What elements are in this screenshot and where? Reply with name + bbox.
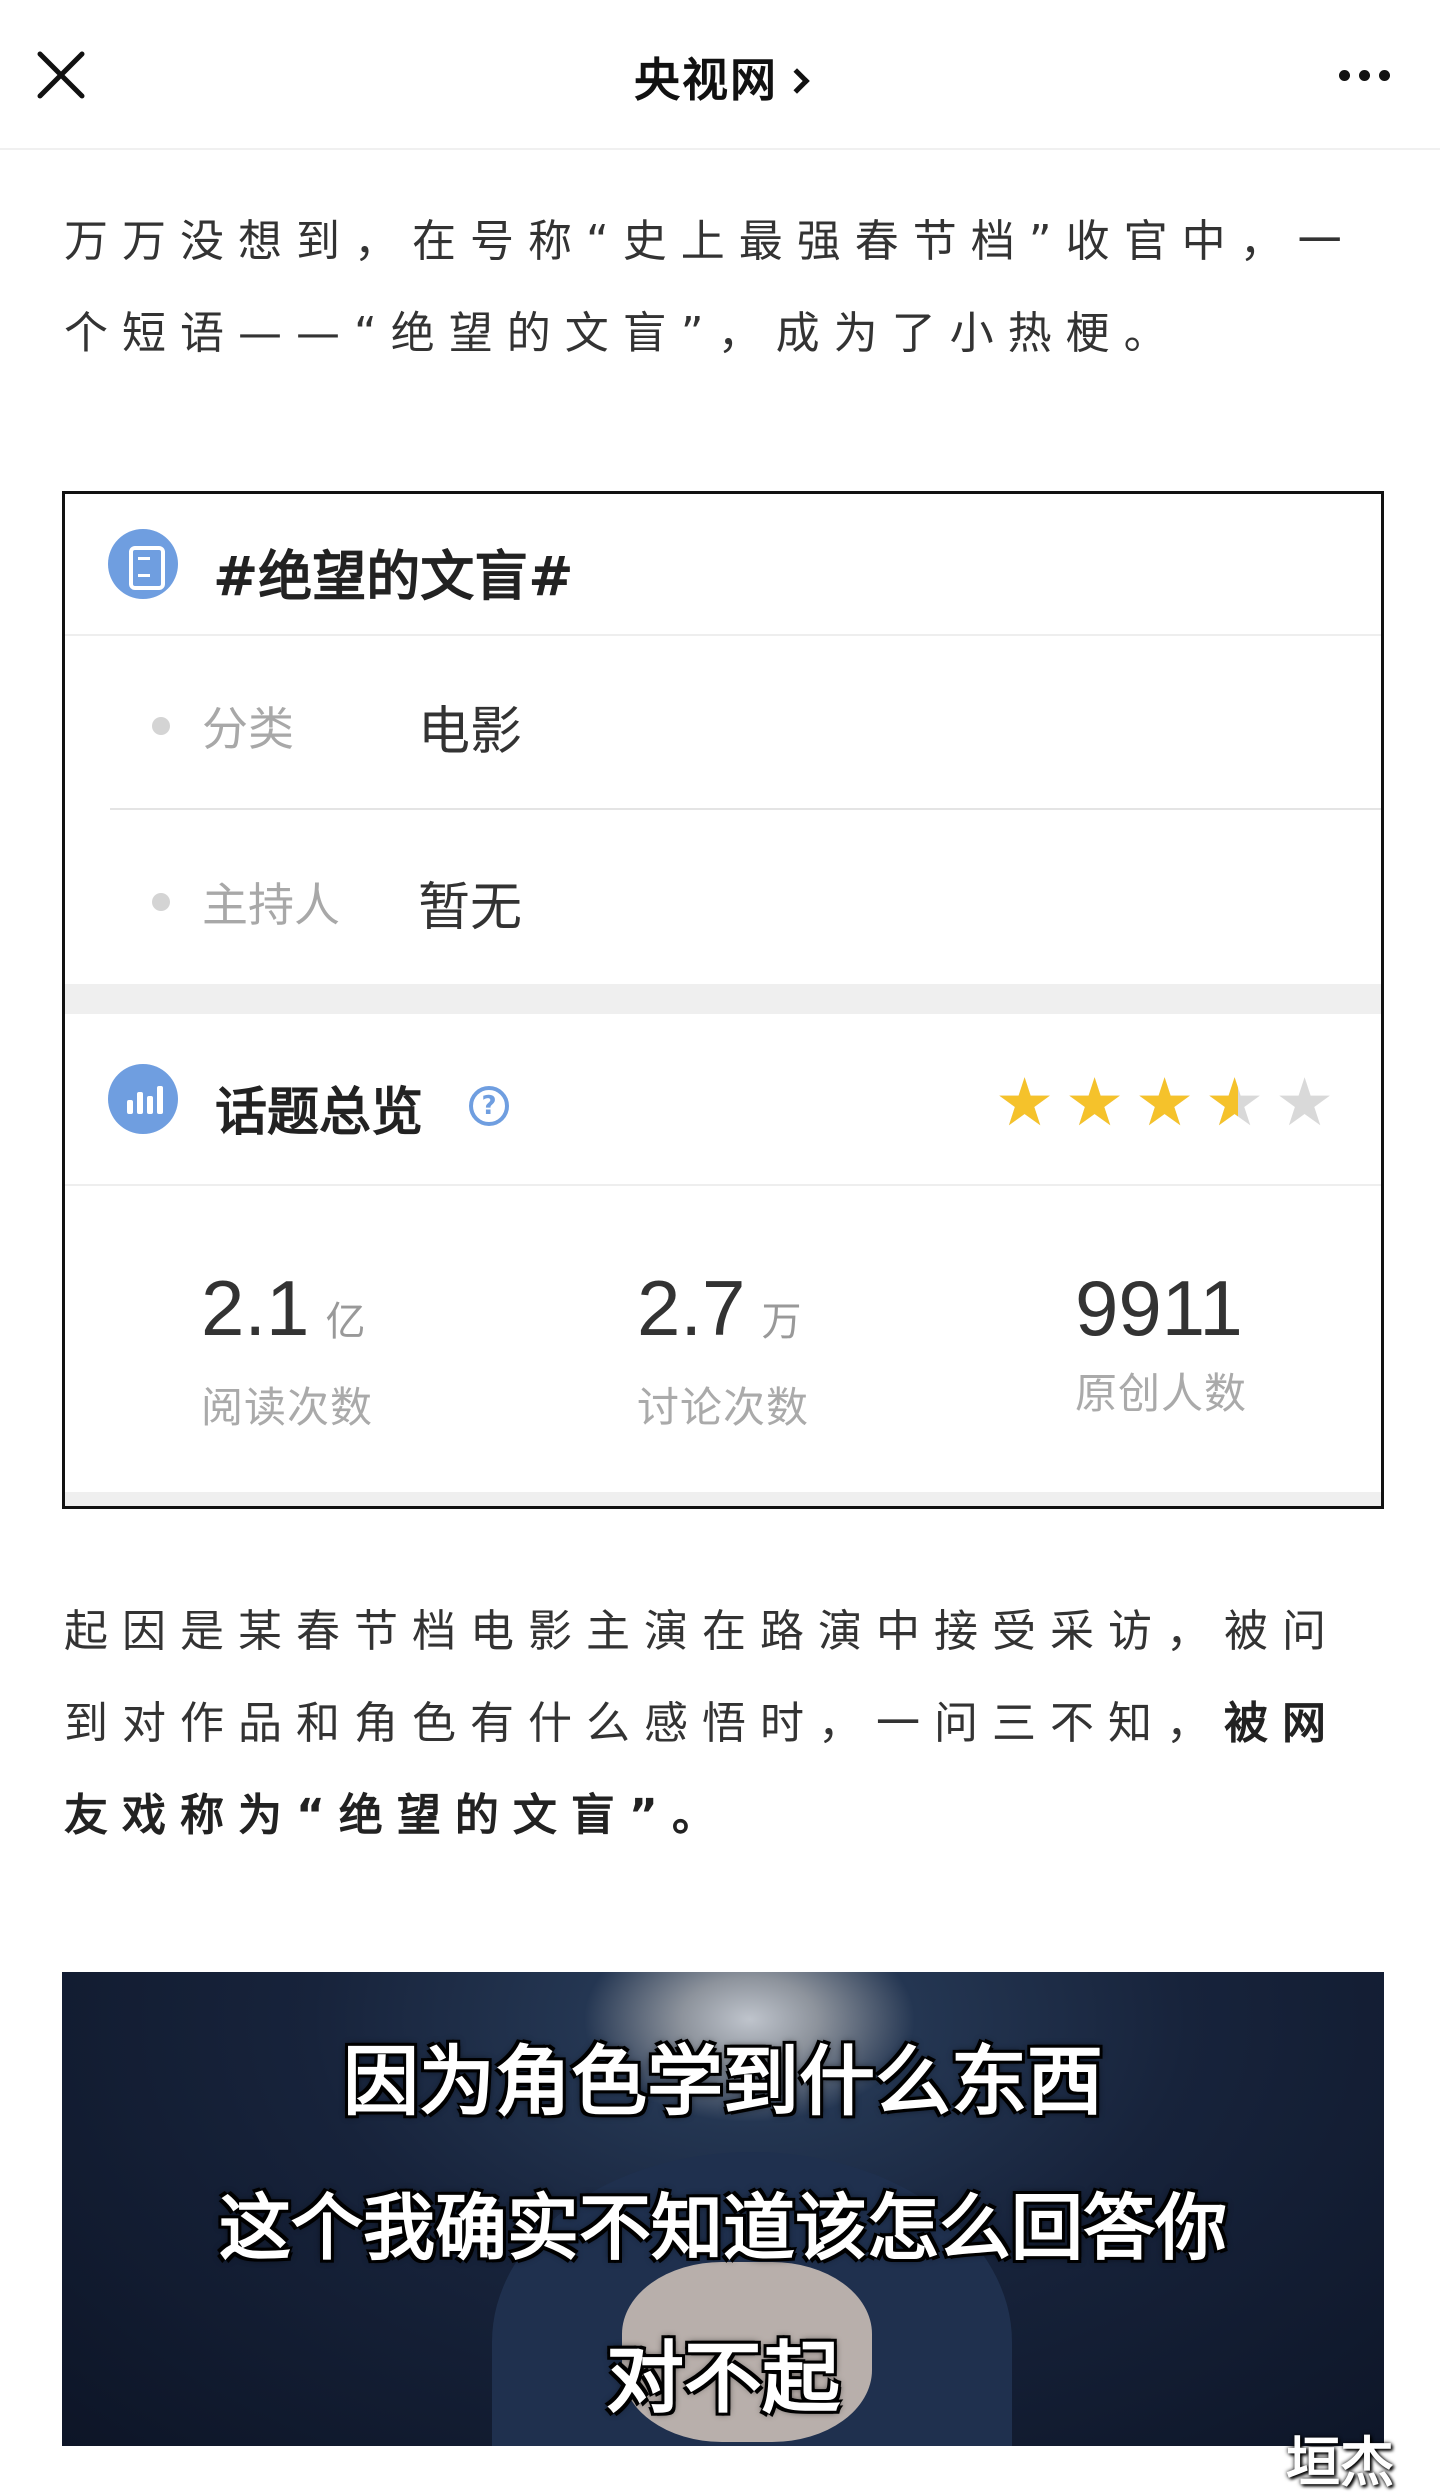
- topic-header: #绝望的文盲#: [65, 494, 1381, 636]
- video-caption-1: 因为角色学到什么东西: [343, 2037, 1103, 2126]
- star-icon: ★★: [1205, 1064, 1265, 1141]
- category-value: 电影: [418, 702, 523, 762]
- host-value: 暂无: [418, 878, 523, 938]
- topic-list-icon: [108, 529, 178, 599]
- topic-screenshot-card: #绝望的文盲# 分类 电影 主持人 暂无 话题总览 ? ★★★★★★★★★★ 2…: [62, 491, 1384, 1509]
- watermark-text: 垣杰: [1286, 2431, 1394, 2492]
- bullet-dot-icon: [152, 893, 170, 911]
- bar-chart-icon: [108, 1064, 178, 1134]
- help-question-icon[interactable]: ?: [469, 1086, 509, 1126]
- account-name: 央视网: [634, 53, 778, 107]
- info-row-category: 分类 电影: [110, 636, 1381, 810]
- paragraph-2-text: 起因是某春节档电影主演在路演中接受采访，被问到对作品和角色有什么感悟时，一问三不…: [64, 1606, 1340, 1749]
- article-paragraph-2: 起因是某春节档电影主演在路演中接受采访，被问到对作品和角色有什么感悟时，一问三不…: [64, 1586, 1384, 1862]
- section-divider: [65, 1492, 1381, 1506]
- stat-unit: 亿: [325, 1300, 366, 1344]
- stat-value: 2.7: [637, 1264, 746, 1352]
- topic-title: #绝望的文盲#: [213, 545, 574, 608]
- stat-label: 阅读次数: [201, 1383, 374, 1432]
- video-caption-3: 对不起: [605, 2334, 840, 2424]
- category-label: 分类: [202, 702, 294, 756]
- stat-label: 讨论次数: [637, 1383, 810, 1432]
- video-still-image: 因为角色学到什么东西 这个我确实不知道该怎么回答你 对不起: [62, 1972, 1384, 2446]
- stat-read-count: 2.1 亿 阅读次数: [201, 1266, 373, 1435]
- stat-label: 原创人数: [1075, 1369, 1248, 1418]
- star-icon: ★★: [1065, 1064, 1125, 1141]
- account-title-link[interactable]: 央视网: [0, 44, 1440, 110]
- more-button[interactable]: [1339, 60, 1390, 91]
- more-dot-icon: [1339, 70, 1350, 81]
- more-dot-icon: [1359, 70, 1370, 81]
- stat-discussion-count: 2.7 万 讨论次数: [637, 1266, 809, 1435]
- top-nav-bar: 央视网: [0, 0, 1440, 150]
- stat-original-authors: 9911 原创人数: [1075, 1266, 1247, 1421]
- overview-header: 话题总览 ? ★★★★★★★★★★: [65, 1014, 1381, 1186]
- star-icon: ★★: [1275, 1064, 1335, 1141]
- video-caption-2: 这个我确实不知道该怎么回答你: [218, 2186, 1227, 2270]
- section-divider: [65, 984, 1381, 1014]
- bullet-dot-icon: [152, 717, 170, 735]
- stat-value: 2.1: [201, 1264, 310, 1352]
- more-dot-icon: [1379, 70, 1390, 81]
- stat-value: 9911: [1075, 1264, 1243, 1352]
- overview-title: 话题总览: [215, 1083, 424, 1143]
- stat-unit: 万: [761, 1300, 802, 1344]
- star-icon: ★★: [1135, 1064, 1195, 1141]
- stats-row: 2.1 亿 阅读次数 2.7 万 讨论次数 9911 原创人数: [65, 1186, 1381, 1446]
- article-paragraph-1: 万万没想到，在号称“史上最强春节档”收官中，一个短语——“绝望的文盲”，成为了小…: [64, 216, 1356, 359]
- host-label: 主持人: [202, 878, 340, 932]
- star-icon: ★★: [995, 1064, 1055, 1141]
- star-rating: ★★★★★★★★★★: [995, 1070, 1341, 1136]
- info-row-host: 主持人 暂无: [110, 812, 1381, 986]
- chevron-right-icon: [784, 68, 810, 94]
- paragraph-2-end: 。: [671, 1790, 730, 1841]
